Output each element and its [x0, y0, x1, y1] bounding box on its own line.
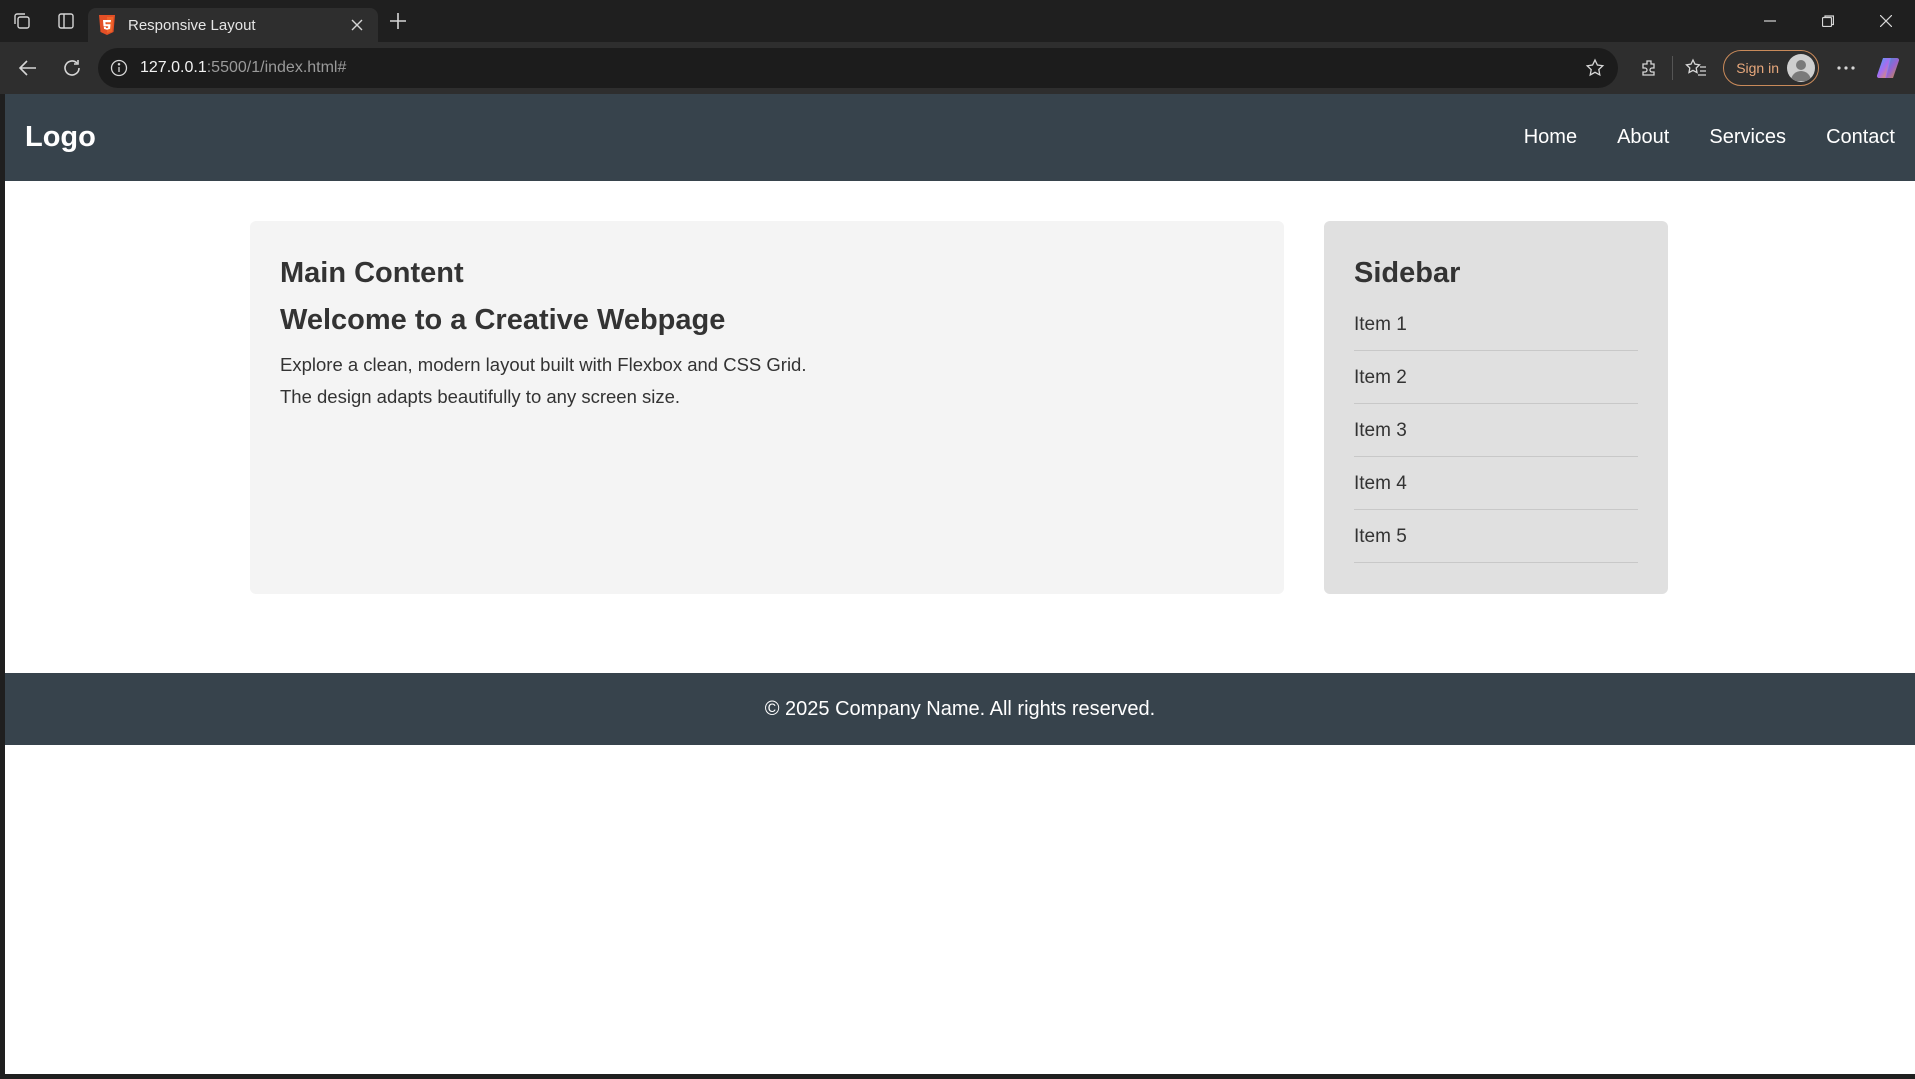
sidebar-item: Item 1: [1354, 298, 1638, 351]
nav-link-about[interactable]: About: [1617, 126, 1669, 149]
nav-link-contact[interactable]: Contact: [1826, 126, 1895, 149]
vertical-tabs-icon[interactable]: [44, 0, 88, 42]
site-logo[interactable]: Logo: [25, 121, 96, 154]
page-viewport: Logo Home About Services Contact Main Co…: [5, 94, 1915, 1074]
html5-icon: [99, 15, 115, 35]
sidebar-item: Item 3: [1354, 404, 1638, 457]
footer-text: © 2025 Company Name. All rights reserved…: [764, 697, 1156, 720]
workspaces-icon[interactable]: [0, 0, 44, 42]
sidebar-item: Item 5: [1354, 510, 1638, 563]
close-window-icon[interactable]: [1857, 0, 1915, 42]
nav-link-services[interactable]: Services: [1709, 126, 1786, 149]
site-nav: Home About Services Contact: [1484, 126, 1915, 149]
main-content: Main Content Welcome to a Creative Webpa…: [250, 221, 1284, 594]
main-paragraph-2: The design adapts beautifully to any scr…: [280, 386, 681, 407]
sign-in-button[interactable]: Sign in: [1723, 50, 1819, 86]
sidebar-heading: Sidebar: [1354, 257, 1461, 289]
main-heading: Main Content: [280, 257, 464, 289]
main-subheading: Welcome to a Creative Webpage: [280, 304, 726, 336]
active-tab[interactable]: Responsive Layout: [88, 8, 378, 42]
favorites-icon[interactable]: [1675, 48, 1717, 88]
browser-tab-bar: Responsive Layout: [0, 0, 1915, 42]
extensions-icon[interactable]: [1628, 48, 1670, 88]
close-tab-icon[interactable]: [346, 14, 368, 36]
main-paragraph-1: Explore a clean, modern layout built wit…: [280, 354, 807, 375]
sidebar-list: Item 1 Item 2 Item 3 Item 4 Item 5: [1354, 298, 1638, 563]
nav-link-home[interactable]: Home: [1524, 126, 1577, 149]
address-bar[interactable]: 127.0.0.1:5500/1/index.html#: [98, 48, 1619, 88]
site-info-icon[interactable]: [108, 57, 130, 79]
back-icon[interactable]: [6, 48, 50, 88]
sign-in-label: Sign in: [1736, 60, 1779, 76]
content-container: Main Content Welcome to a Creative Webpa…: [5, 181, 1915, 594]
url-text: 127.0.0.1:5500/1/index.html#: [140, 59, 347, 76]
favorite-star-icon[interactable]: [1582, 55, 1608, 81]
reload-icon[interactable]: [50, 48, 94, 88]
window-controls: [1741, 0, 1915, 42]
restore-icon[interactable]: [1799, 0, 1857, 42]
profile-avatar-icon: [1787, 54, 1815, 82]
sidebar-item: Item 2: [1354, 351, 1638, 404]
site-header: Logo Home About Services Contact: [5, 94, 1915, 181]
toolbar-divider: [1672, 56, 1674, 80]
sidebar-item: Item 4: [1354, 457, 1638, 510]
site-footer: © 2025 Company Name. All rights reserved…: [5, 673, 1915, 745]
new-tab-icon[interactable]: [378, 0, 418, 42]
browser-toolbar: 127.0.0.1:5500/1/index.html# Sign in: [0, 42, 1915, 94]
sidebar: Sidebar Item 1 Item 2 Item 3 Item 4 Item…: [1324, 221, 1668, 594]
more-options-icon[interactable]: [1825, 48, 1867, 88]
tab-title: Responsive Layout: [128, 16, 256, 34]
minimize-icon[interactable]: [1741, 0, 1799, 42]
copilot-icon[interactable]: [1867, 48, 1909, 88]
